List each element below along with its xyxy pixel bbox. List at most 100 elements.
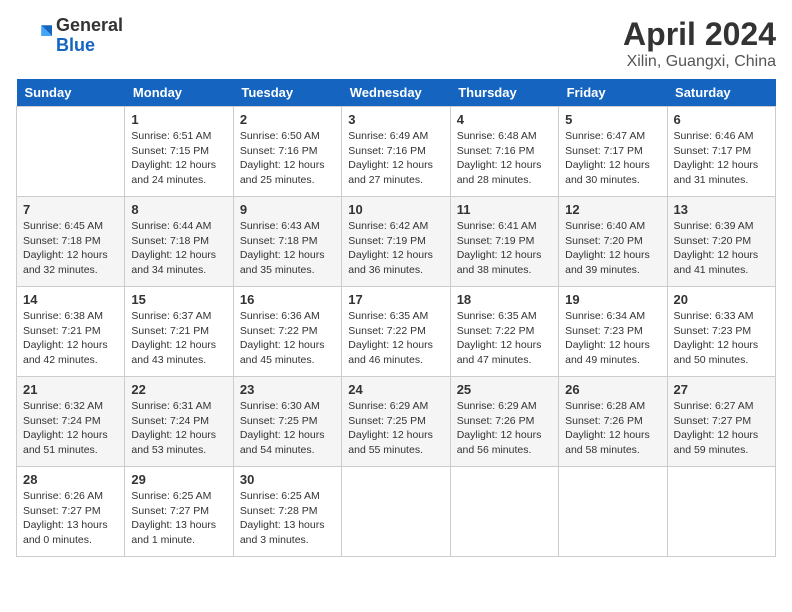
week-row-3: 14 Sunrise: 6:38 AMSunset: 7:21 PMDayligh… (17, 287, 776, 377)
day-info: Sunrise: 6:51 AMSunset: 7:15 PMDaylight:… (131, 129, 226, 188)
weekday-header-monday: Monday (125, 79, 233, 107)
calendar-cell: 9 Sunrise: 6:43 AMSunset: 7:18 PMDaylight… (233, 197, 341, 287)
day-info: Sunrise: 6:40 AMSunset: 7:20 PMDaylight:… (565, 219, 660, 278)
day-info: Sunrise: 6:29 AMSunset: 7:26 PMDaylight:… (457, 399, 552, 458)
logo-text: General Blue (56, 16, 123, 56)
month-title: April 2024 (623, 16, 776, 53)
day-info: Sunrise: 6:43 AMSunset: 7:18 PMDaylight:… (240, 219, 335, 278)
day-info: Sunrise: 6:50 AMSunset: 7:16 PMDaylight:… (240, 129, 335, 188)
day-number: 1 (131, 112, 226, 127)
calendar-cell: 3 Sunrise: 6:49 AMSunset: 7:16 PMDaylight… (342, 107, 450, 197)
calendar-cell: 26 Sunrise: 6:28 AMSunset: 7:26 PMDayligh… (559, 377, 667, 467)
title-area: April 2024 Xilin, Guangxi, China (623, 16, 776, 71)
day-info: Sunrise: 6:28 AMSunset: 7:26 PMDaylight:… (565, 399, 660, 458)
calendar-table: SundayMondayTuesdayWednesdayThursdayFrid… (16, 79, 776, 557)
day-number: 12 (565, 202, 660, 217)
calendar-cell: 2 Sunrise: 6:50 AMSunset: 7:16 PMDaylight… (233, 107, 341, 197)
day-number: 23 (240, 382, 335, 397)
day-info: Sunrise: 6:26 AMSunset: 7:27 PMDaylight:… (23, 489, 118, 548)
week-row-2: 7 Sunrise: 6:45 AMSunset: 7:18 PMDaylight… (17, 197, 776, 287)
calendar-cell: 10Sunrise: 6:42 AMSunset: 7:19 PMDayligh… (342, 197, 450, 287)
calendar-cell: 30Sunrise: 6:25 AMSunset: 7:28 PMDayligh… (233, 467, 341, 557)
day-number: 21 (23, 382, 118, 397)
day-number: 18 (457, 292, 552, 307)
calendar-cell: 5Sunrise: 6:47 AMSunset: 7:17 PMDaylight… (559, 107, 667, 197)
day-number: 5 (565, 112, 660, 127)
day-info: Sunrise: 6:37 AMSunset: 7:21 PMDaylight:… (131, 309, 226, 368)
day-number: 19 (565, 292, 660, 307)
calendar-cell: 20Sunrise: 6:33 AMSunset: 7:23 PMDayligh… (667, 287, 775, 377)
calendar-cell: 12 Sunrise: 6:40 AMSunset: 7:20 PMDayligh… (559, 197, 667, 287)
logo-blue-text: Blue (56, 36, 123, 56)
calendar-cell: 11 Sunrise: 6:41 AMSunset: 7:19 PMDayligh… (450, 197, 558, 287)
day-number: 9 (240, 202, 335, 217)
calendar-cell: 22 Sunrise: 6:31 AMSunset: 7:24 PMDayligh… (125, 377, 233, 467)
day-number: 4 (457, 112, 552, 127)
calendar-cell: 16Sunrise: 6:36 AMSunset: 7:22 PMDayligh… (233, 287, 341, 377)
calendar-cell: 13 Sunrise: 6:39 AMSunset: 7:20 PMDayligh… (667, 197, 775, 287)
day-number: 26 (565, 382, 660, 397)
calendar-cell: 18 Sunrise: 6:35 AMSunset: 7:22 PMDayligh… (450, 287, 558, 377)
day-number: 27 (674, 382, 769, 397)
day-info: Sunrise: 6:45 AMSunset: 7:18 PMDaylight:… (23, 219, 118, 278)
day-info: Sunrise: 6:35 AMSunset: 7:22 PMDaylight:… (348, 309, 443, 368)
day-number: 29 (131, 472, 226, 487)
weekday-header-friday: Friday (559, 79, 667, 107)
day-info: Sunrise: 6:31 AMSunset: 7:24 PMDaylight:… (131, 399, 226, 458)
weekday-header-tuesday: Tuesday (233, 79, 341, 107)
day-number: 14 (23, 292, 118, 307)
calendar-cell: 27 Sunrise: 6:27 AMSunset: 7:27 PMDayligh… (667, 377, 775, 467)
week-row-1: 1 Sunrise: 6:51 AMSunset: 7:15 PMDaylight… (17, 107, 776, 197)
calendar-cell: 14 Sunrise: 6:38 AMSunset: 7:21 PMDayligh… (17, 287, 125, 377)
day-info: Sunrise: 6:49 AMSunset: 7:16 PMDaylight:… (348, 129, 443, 188)
day-info: Sunrise: 6:30 AMSunset: 7:25 PMDaylight:… (240, 399, 335, 458)
calendar-cell (17, 107, 125, 197)
day-number: 17 (348, 292, 443, 307)
day-number: 15 (131, 292, 226, 307)
calendar-cell: 7 Sunrise: 6:45 AMSunset: 7:18 PMDaylight… (17, 197, 125, 287)
calendar-cell: 28 Sunrise: 6:26 AMSunset: 7:27 PMDayligh… (17, 467, 125, 557)
day-info: Sunrise: 6:27 AMSunset: 7:27 PMDaylight:… (674, 399, 769, 458)
day-number: 13 (674, 202, 769, 217)
calendar-cell (559, 467, 667, 557)
page-header: General Blue April 2024 Xilin, Guangxi, … (16, 16, 776, 71)
calendar-cell: 25 Sunrise: 6:29 AMSunset: 7:26 PMDayligh… (450, 377, 558, 467)
day-info: Sunrise: 6:32 AMSunset: 7:24 PMDaylight:… (23, 399, 118, 458)
day-number: 24 (348, 382, 443, 397)
day-info: Sunrise: 6:25 AMSunset: 7:27 PMDaylight:… (131, 489, 226, 548)
week-row-5: 28 Sunrise: 6:26 AMSunset: 7:27 PMDayligh… (17, 467, 776, 557)
calendar-cell: 17 Sunrise: 6:35 AMSunset: 7:22 PMDayligh… (342, 287, 450, 377)
calendar-cell: 1 Sunrise: 6:51 AMSunset: 7:15 PMDaylight… (125, 107, 233, 197)
day-info: Sunrise: 6:29 AMSunset: 7:25 PMDaylight:… (348, 399, 443, 458)
day-info: Sunrise: 6:41 AMSunset: 7:19 PMDaylight:… (457, 219, 552, 278)
day-info: Sunrise: 6:25 AMSunset: 7:28 PMDaylight:… (240, 489, 335, 548)
day-info: Sunrise: 6:34 AMSunset: 7:23 PMDaylight:… (565, 309, 660, 368)
day-number: 3 (348, 112, 443, 127)
day-info: Sunrise: 6:48 AMSunset: 7:16 PMDaylight:… (457, 129, 552, 188)
day-info: Sunrise: 6:35 AMSunset: 7:22 PMDaylight:… (457, 309, 552, 368)
day-number: 11 (457, 202, 552, 217)
weekday-header-thursday: Thursday (450, 79, 558, 107)
calendar-cell: 21 Sunrise: 6:32 AMSunset: 7:24 PMDayligh… (17, 377, 125, 467)
day-info: Sunrise: 6:39 AMSunset: 7:20 PMDaylight:… (674, 219, 769, 278)
day-number: 28 (23, 472, 118, 487)
day-info: Sunrise: 6:36 AMSunset: 7:22 PMDaylight:… (240, 309, 335, 368)
calendar-cell: 15 Sunrise: 6:37 AMSunset: 7:21 PMDayligh… (125, 287, 233, 377)
logo: General Blue (16, 16, 123, 56)
calendar-cell: 23 Sunrise: 6:30 AMSunset: 7:25 PMDayligh… (233, 377, 341, 467)
day-number: 7 (23, 202, 118, 217)
day-number: 10 (348, 202, 443, 217)
calendar-cell: 29 Sunrise: 6:25 AMSunset: 7:27 PMDayligh… (125, 467, 233, 557)
weekday-header-wednesday: Wednesday (342, 79, 450, 107)
weekday-header-row: SundayMondayTuesdayWednesdayThursdayFrid… (17, 79, 776, 107)
calendar-cell: 6Sunrise: 6:46 AMSunset: 7:17 PMDaylight… (667, 107, 775, 197)
day-number: 22 (131, 382, 226, 397)
week-row-4: 21 Sunrise: 6:32 AMSunset: 7:24 PMDayligh… (17, 377, 776, 467)
day-number: 25 (457, 382, 552, 397)
weekday-header-sunday: Sunday (17, 79, 125, 107)
day-info: Sunrise: 6:38 AMSunset: 7:21 PMDaylight:… (23, 309, 118, 368)
logo-icon (16, 18, 52, 54)
calendar-cell (667, 467, 775, 557)
day-number: 2 (240, 112, 335, 127)
calendar-cell (342, 467, 450, 557)
